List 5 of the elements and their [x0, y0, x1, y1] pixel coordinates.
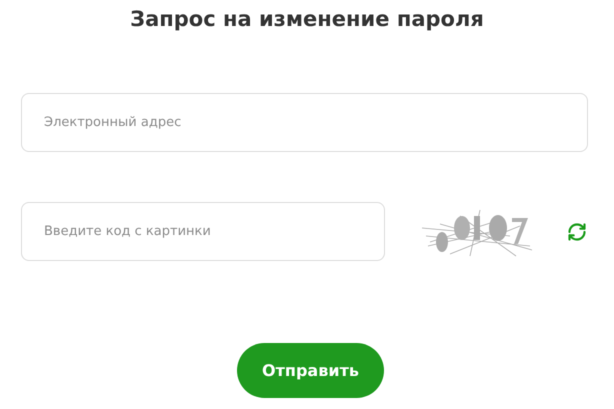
captcha-field[interactable]: Введите код с картинки — [21, 202, 385, 261]
page-title: Запрос на изменение пароля — [129, 6, 485, 33]
submit-button[interactable]: Отправить — [237, 343, 384, 398]
refresh-icon[interactable] — [567, 222, 587, 242]
email-field[interactable]: Электронный адрес — [21, 93, 588, 152]
